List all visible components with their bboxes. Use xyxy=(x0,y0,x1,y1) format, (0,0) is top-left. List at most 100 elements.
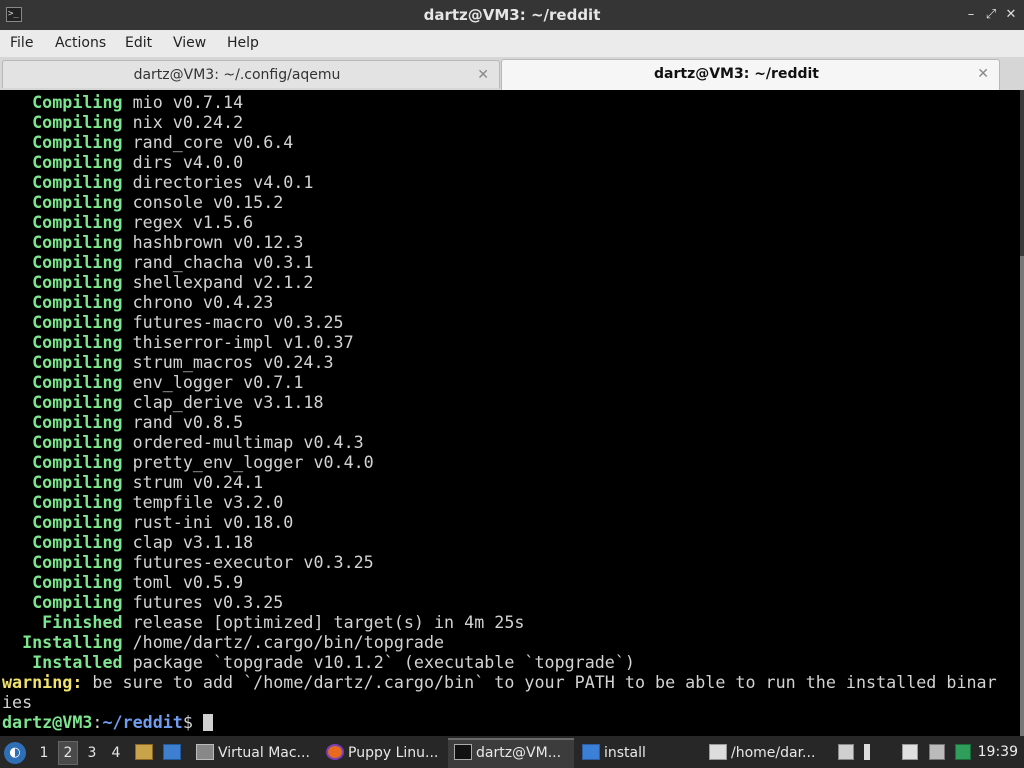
build-status-text: clap v3.1.18 xyxy=(122,532,254,552)
build-status-label: Compiling xyxy=(2,492,123,512)
workspace-4[interactable]: 4 xyxy=(106,741,126,765)
build-status-text: release [optimized] target(s) in 4m 25s xyxy=(122,612,525,632)
build-status-text: console v0.15.2 xyxy=(122,192,284,212)
tab-reddit[interactable]: dartz@VM3: ~/reddit ✕ xyxy=(501,59,1000,90)
clipboard-icon[interactable] xyxy=(838,744,854,760)
build-status-text: hashbrown v0.12.3 xyxy=(122,232,304,252)
terminal-line: Compiling thiserror-impl v1.0.37 xyxy=(2,332,997,352)
task-label: /home/dar... xyxy=(731,745,816,761)
terminal-line: Compiling rand_chacha v0.3.1 xyxy=(2,252,997,272)
tab-aqemu[interactable]: dartz@VM3: ~/.config/aqemu ✕ xyxy=(2,60,500,88)
show-desktop-icon[interactable] xyxy=(163,744,181,760)
folder-icon xyxy=(582,744,600,760)
task-virtual-machine[interactable]: Virtual Mac... xyxy=(190,738,316,768)
terminal-line: Compiling hashbrown v0.12.3 xyxy=(2,232,997,252)
build-status-text: directories v4.0.1 xyxy=(122,172,314,192)
minimize-icon[interactable]: – xyxy=(962,6,980,24)
window-title: dartz@VM3: ~/reddit xyxy=(423,6,601,24)
volume-icon[interactable] xyxy=(864,744,880,760)
network-icon[interactable] xyxy=(929,744,945,760)
warning-text: be sure to add `/home/dartz/.cargo/bin` … xyxy=(82,672,997,692)
terminal-line: Compiling strum_macros v0.24.3 xyxy=(2,352,997,372)
build-status-label: Compiling xyxy=(2,152,123,172)
build-status-text: futures-macro v0.3.25 xyxy=(122,312,344,332)
terminal-line: Compiling toml v0.5.9 xyxy=(2,572,997,592)
build-status-text: strum v0.24.1 xyxy=(122,472,264,492)
build-status-label: Compiling xyxy=(2,392,123,412)
build-status-label: Compiling xyxy=(2,452,123,472)
notes-icon[interactable] xyxy=(902,744,918,760)
task-terminal[interactable]: dartz@VM... xyxy=(448,738,574,768)
workspace-2[interactable]: 2 xyxy=(58,741,78,765)
terminal-line: Compiling nix v0.24.2 xyxy=(2,112,997,132)
terminal-line: Compiling console v0.15.2 xyxy=(2,192,997,212)
text-editor-icon xyxy=(709,744,727,760)
menu-help[interactable]: Help xyxy=(227,30,259,57)
build-status-label: Finished xyxy=(2,612,123,632)
file-manager-launcher-icon[interactable] xyxy=(135,744,153,760)
task-file-manager[interactable]: install xyxy=(576,738,700,768)
terminal-line: Compiling rust-ini v0.18.0 xyxy=(2,512,997,532)
task-text-editor[interactable]: /home/dar... xyxy=(703,738,829,768)
terminal-line: Compiling rand v0.8.5 xyxy=(2,412,997,432)
firefox-icon xyxy=(326,744,344,760)
build-status-label: Compiling xyxy=(2,312,123,332)
build-status-label: Compiling xyxy=(2,572,123,592)
warning-label: warning: xyxy=(2,672,83,692)
terminal-scrollbar[interactable] xyxy=(1020,90,1024,736)
task-label: Virtual Mac... xyxy=(218,745,310,761)
menu-bar: File Actions Edit View Help xyxy=(0,30,1024,57)
build-status-text: rust-ini v0.18.0 xyxy=(122,512,294,532)
build-status-label: Compiling xyxy=(2,472,123,492)
build-status-label: Compiling xyxy=(2,212,123,232)
build-status-text: rand v0.8.5 xyxy=(122,412,244,432)
update-icon[interactable] xyxy=(955,744,971,760)
workspace-1[interactable]: 1 xyxy=(34,741,54,765)
prompt-symbol: $ xyxy=(182,712,203,732)
task-firefox[interactable]: Puppy Linu... xyxy=(320,738,444,768)
close-icon[interactable]: ✕ xyxy=(1002,6,1020,24)
task-label: dartz@VM... xyxy=(476,745,562,761)
build-status-text: chrono v0.4.23 xyxy=(122,292,274,312)
workspace-3[interactable]: 3 xyxy=(82,741,102,765)
maximize-icon[interactable]: ⤢ xyxy=(982,6,1000,24)
terminal-line: Compiling pretty_env_logger v0.4.0 xyxy=(2,452,997,472)
menu-actions[interactable]: Actions xyxy=(55,30,106,57)
scrollbar-thumb[interactable] xyxy=(1020,256,1024,736)
build-status-label: Compiling xyxy=(2,252,123,272)
tab-bar: dartz@VM3: ~/.config/aqemu ✕ dartz@VM3: … xyxy=(0,57,1024,90)
window-titlebar[interactable]: >_ dartz@VM3: ~/reddit – ⤢ ✕ xyxy=(0,0,1024,30)
warning-line: warning: be sure to add `/home/dartz/.ca… xyxy=(2,672,997,692)
menu-view[interactable]: View xyxy=(173,30,206,57)
tab-label: dartz@VM3: ~/reddit xyxy=(654,66,819,82)
terminal-output[interactable]: Compiling mio v0.7.14 Compiling nix v0.2… xyxy=(0,90,1020,736)
build-status-label: Compiling xyxy=(2,332,123,352)
shell-prompt[interactable]: dartz@VM3:~/reddit$ xyxy=(2,712,997,732)
build-status-text: pretty_env_logger v0.4.0 xyxy=(122,452,374,472)
terminal-line: Finished release [optimized] target(s) i… xyxy=(2,612,997,632)
terminal-line: Compiling clap_derive v3.1.18 xyxy=(2,392,997,412)
task-label: Puppy Linu... xyxy=(348,745,439,761)
build-status-text: regex v1.5.6 xyxy=(122,212,254,232)
build-status-text: dirs v4.0.0 xyxy=(122,152,244,172)
build-status-label: Compiling xyxy=(2,512,123,532)
build-status-text: env_logger v0.7.1 xyxy=(122,372,304,392)
build-status-text: clap_derive v3.1.18 xyxy=(122,392,324,412)
build-status-text: /home/dartz/.cargo/bin/topgrade xyxy=(122,632,445,652)
virtual-machine-icon xyxy=(196,744,214,760)
tab-close-icon[interactable]: ✕ xyxy=(477,61,489,89)
terminal-line: Compiling tempfile v3.2.0 xyxy=(2,492,997,512)
prompt-user-host: dartz@VM3 xyxy=(2,712,93,732)
warning-line-wrap: ies xyxy=(2,692,997,712)
build-status-label: Installing xyxy=(2,632,123,652)
build-status-label: Compiling xyxy=(2,372,123,392)
clock: 19:39 xyxy=(977,744,1018,760)
menu-edit[interactable]: Edit xyxy=(125,30,152,57)
build-status-label: Compiling xyxy=(2,552,123,572)
start-menu-icon[interactable]: ◐ xyxy=(4,742,26,764)
tab-close-icon[interactable]: ✕ xyxy=(977,60,989,88)
warning-text-wrap: ies xyxy=(2,692,33,712)
menu-file[interactable]: File xyxy=(10,30,33,57)
build-status-label: Compiling xyxy=(2,272,123,292)
tab-label: dartz@VM3: ~/.config/aqemu xyxy=(133,67,341,83)
